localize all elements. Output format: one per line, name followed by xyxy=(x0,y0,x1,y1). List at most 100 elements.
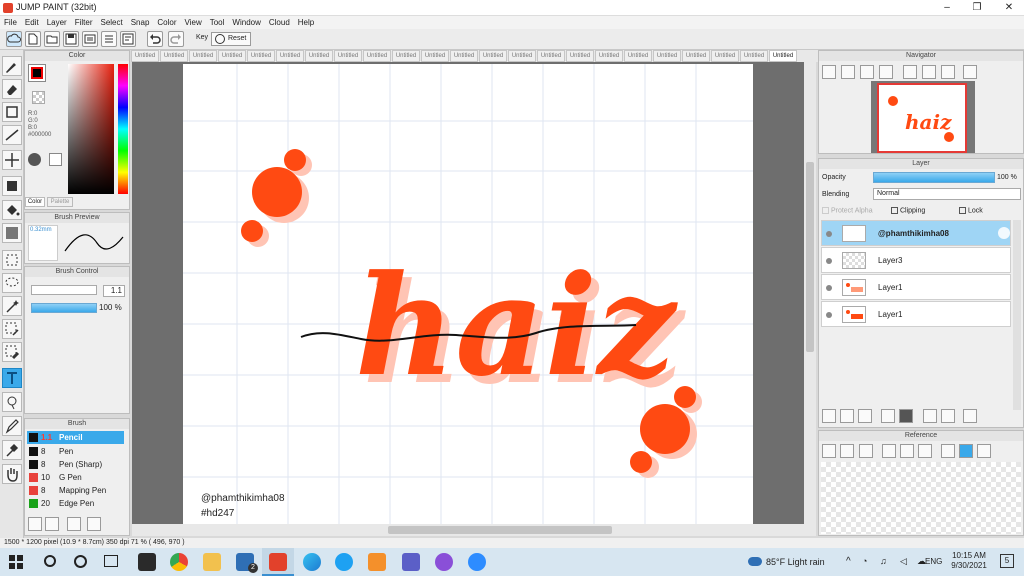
start-icon[interactable] xyxy=(9,555,23,569)
lock-checkbox[interactable]: Lock xyxy=(959,207,983,214)
layer-list-icon[interactable] xyxy=(101,31,117,47)
layer-row[interactable]: @phamthikimha08 xyxy=(821,220,1011,246)
flip-icon[interactable] xyxy=(963,65,977,79)
chevron-up-icon[interactable]: ^ xyxy=(846,556,851,567)
menu-window[interactable]: Window xyxy=(228,16,264,29)
menu-filter[interactable]: Filter xyxy=(71,16,97,29)
tab-untitled[interactable]: Untitled xyxy=(305,50,333,62)
protect-alpha-checkbox[interactable]: Protect Alpha xyxy=(822,207,873,214)
fill-rect-tool-icon[interactable] xyxy=(2,176,22,196)
teams-icon[interactable] xyxy=(402,553,420,571)
reference-zoom-in-icon[interactable] xyxy=(882,444,896,458)
tab-untitled[interactable]: Untitled xyxy=(537,50,565,62)
undo-icon[interactable] xyxy=(147,31,163,47)
layer-dropdown-icon[interactable] xyxy=(881,409,895,423)
clipping-checkbox[interactable]: Clipping xyxy=(891,207,925,214)
messenger-icon[interactable] xyxy=(435,553,453,571)
edge-icon[interactable] xyxy=(303,553,321,571)
brush-save-icon[interactable] xyxy=(67,517,81,531)
tab-untitled[interactable]: Untitled xyxy=(392,50,420,62)
tab-untitled[interactable]: Untitled xyxy=(479,50,507,62)
new-layer-type-icon[interactable] xyxy=(840,409,854,423)
visibility-icon[interactable] xyxy=(826,258,832,264)
export-icon[interactable] xyxy=(82,31,98,47)
eraser-tool-icon[interactable] xyxy=(2,79,22,99)
menu-layer[interactable]: Layer xyxy=(43,16,71,29)
tab-untitled[interactable]: Untitled xyxy=(131,50,159,62)
fit-icon[interactable] xyxy=(860,65,874,79)
search-icon[interactable] xyxy=(44,555,56,567)
select-pen-tool-icon[interactable] xyxy=(2,319,22,339)
menu-select[interactable]: Select xyxy=(96,16,126,29)
menu-cloud[interactable]: Cloud xyxy=(265,16,294,29)
maximize-button[interactable]: ❐ xyxy=(962,0,992,16)
layer-row[interactable]: Layer1 xyxy=(821,301,1011,327)
layer-row[interactable]: Layer3 xyxy=(821,247,1011,273)
close-button[interactable]: ✕ xyxy=(994,0,1024,16)
app-icon[interactable] xyxy=(368,553,386,571)
lasso-tool-icon[interactable] xyxy=(2,273,22,293)
tab-untitled[interactable]: Untitled xyxy=(711,50,739,62)
foreground-color-swatch[interactable] xyxy=(28,64,46,82)
tab-untitled[interactable]: Untitled xyxy=(595,50,623,62)
line-tool-icon[interactable] xyxy=(2,125,22,145)
select-rect-tool-icon[interactable] xyxy=(2,250,22,270)
drawing-canvas[interactable]: haiz haiz @phamthikimha08 #hd247 xyxy=(183,64,753,524)
transparent-swatch[interactable] xyxy=(32,91,45,104)
layer-row[interactable]: Layer1 xyxy=(821,274,1011,300)
reference-zoom-out-icon[interactable] xyxy=(918,444,932,458)
reference-open-icon[interactable] xyxy=(840,444,854,458)
zoom-out-icon[interactable] xyxy=(879,65,893,79)
new-file-icon[interactable] xyxy=(25,31,41,47)
operation-tool-icon[interactable] xyxy=(2,392,22,412)
hue-slider[interactable] xyxy=(118,64,128,194)
brush-item-pencil[interactable]: 1.1 Pencil xyxy=(27,431,124,444)
text-tool-icon[interactable] xyxy=(2,368,22,388)
properties-icon[interactable] xyxy=(120,31,136,47)
store-icon[interactable] xyxy=(138,553,156,571)
tab-untitled[interactable]: Untitled xyxy=(624,50,652,62)
volume-icon[interactable]: ♫ xyxy=(880,556,887,566)
minimize-button[interactable]: – xyxy=(932,0,962,16)
visibility-icon[interactable] xyxy=(826,285,832,291)
brush-settings-icon[interactable] xyxy=(28,517,42,531)
layer-opacity-slider[interactable] xyxy=(873,172,995,183)
brush-size-value[interactable]: 1.1 xyxy=(103,285,125,297)
visibility-icon[interactable] xyxy=(826,312,832,318)
task-view-icon[interactable] xyxy=(104,555,118,567)
brush-item-pen-sharp[interactable]: 8 Pen (Sharp) xyxy=(27,458,124,471)
brush-item-pen[interactable]: 8 Pen xyxy=(27,445,124,458)
gradient-tool-icon[interactable] xyxy=(2,223,22,243)
brush-size-slider[interactable] xyxy=(31,285,97,295)
menu-view[interactable]: View xyxy=(181,16,206,29)
menu-help[interactable]: Help xyxy=(294,16,318,29)
menu-edit[interactable]: Edit xyxy=(21,16,43,29)
rectangle-tool-icon[interactable] xyxy=(2,102,22,122)
move-tool-icon[interactable] xyxy=(2,150,22,170)
new-layer-icon[interactable] xyxy=(822,409,836,423)
reference-settings-icon[interactable] xyxy=(822,444,836,458)
chrome-icon[interactable] xyxy=(170,553,188,571)
tab-untitled[interactable]: Untitled xyxy=(566,50,594,62)
delete-layer-icon[interactable] xyxy=(963,409,977,423)
clock[interactable]: 10:15 AM 9/30/2021 xyxy=(948,551,990,571)
layer-mask-icon[interactable] xyxy=(941,409,955,423)
menu-snap[interactable]: Snap xyxy=(127,16,154,29)
horizontal-scroll-thumb[interactable] xyxy=(388,526,612,534)
reset-button[interactable]: Reset xyxy=(211,32,251,46)
reference-fit-icon[interactable] xyxy=(900,444,914,458)
bucket-tool-icon[interactable] xyxy=(2,200,22,220)
open-file-icon[interactable] xyxy=(44,31,60,47)
copy-layer-icon[interactable] xyxy=(858,409,872,423)
zoom-icon[interactable] xyxy=(822,65,836,79)
zoom-in-icon[interactable] xyxy=(841,65,855,79)
tab-untitled[interactable]: Untitled xyxy=(769,50,797,62)
notification-center-icon[interactable]: 5 xyxy=(1000,554,1014,568)
brush-opacity-slider[interactable] xyxy=(31,303,97,313)
tab-palette[interactable]: Palette xyxy=(47,197,73,207)
reference-close-icon[interactable] xyxy=(859,444,873,458)
canvas-workspace[interactable]: haiz haiz @phamthikimha08 #hd247 xyxy=(132,62,804,524)
layer-settings-gear-icon[interactable] xyxy=(998,227,1010,239)
tab-color[interactable]: Color xyxy=(25,197,45,207)
rotate-reset-icon[interactable] xyxy=(922,65,936,79)
